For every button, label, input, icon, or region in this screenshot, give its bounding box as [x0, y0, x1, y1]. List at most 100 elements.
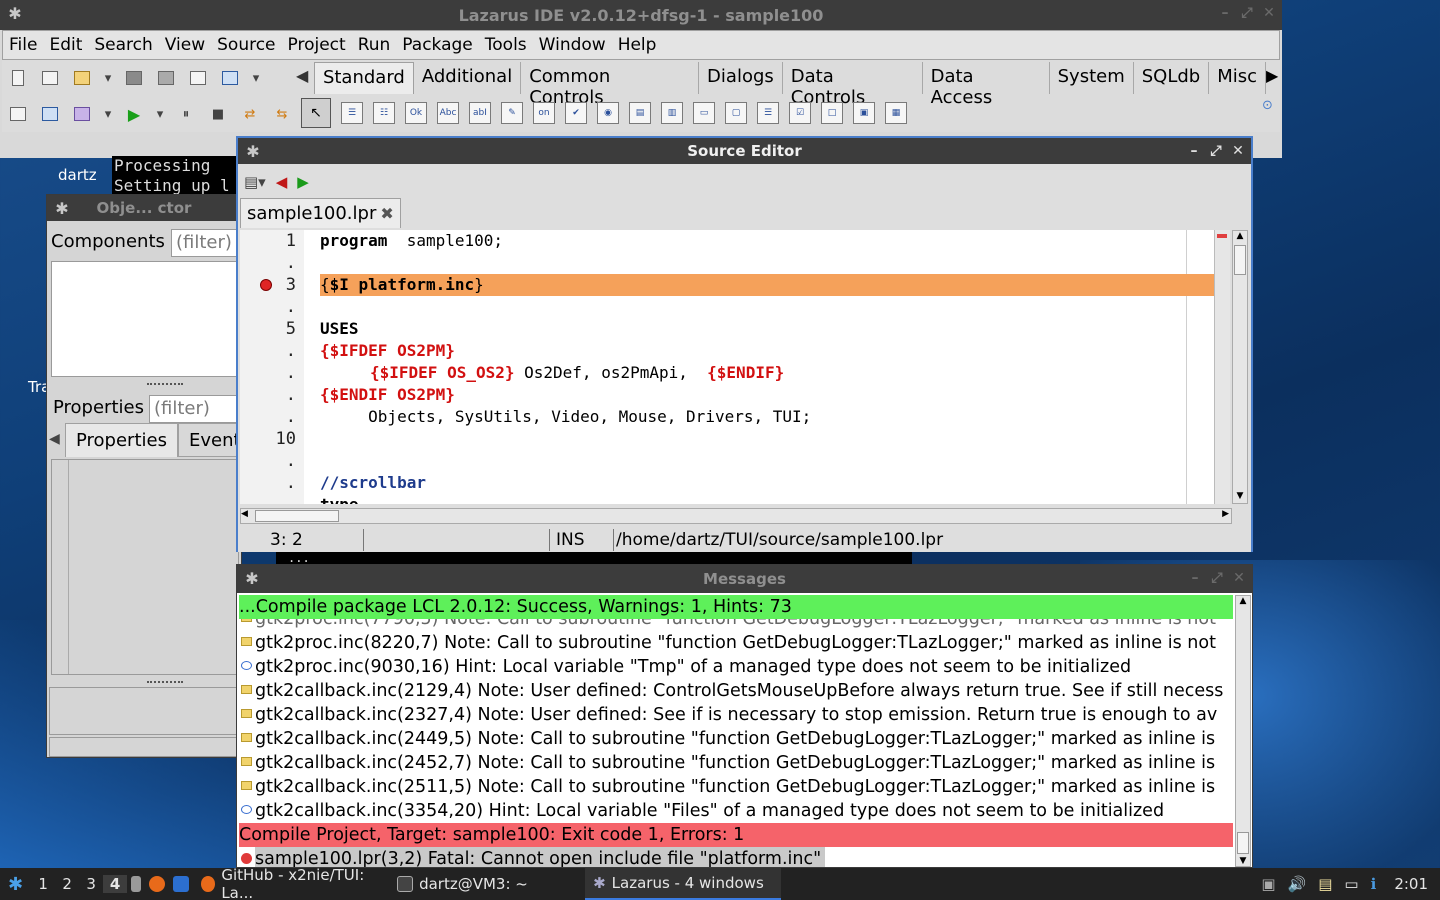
desktop-icon[interactable]: [169, 868, 193, 900]
tab-properties[interactable]: Properties: [65, 423, 178, 457]
palette-expand-icon[interactable]: ⊙: [1262, 98, 1273, 113]
object-inspector-titlebar[interactable]: ✱ Obje... ctor: [47, 195, 241, 221]
close-icon[interactable]: ✕: [1232, 569, 1246, 587]
scroll-down-icon[interactable]: ▼: [1236, 856, 1250, 866]
forward-arrow-icon[interactable]: ▶: [297, 173, 309, 191]
frame-component-icon[interactable]: ▣: [853, 102, 875, 124]
clock[interactable]: 2:01: [1382, 868, 1440, 900]
jump-history-icon[interactable]: ▤▾: [244, 173, 266, 191]
workspace-2[interactable]: 2: [55, 875, 79, 893]
view-forms-dropdown-icon[interactable]: ▾: [251, 67, 261, 89]
minimize-icon[interactable]: –: [1188, 569, 1202, 587]
memo-component-icon[interactable]: ✎: [501, 102, 523, 124]
menu-help[interactable]: Help: [612, 35, 663, 55]
menu-file[interactable]: File: [3, 35, 43, 55]
tab-scroll-left-icon[interactable]: ◀: [49, 423, 65, 457]
listbox-component-icon[interactable]: ▤: [629, 102, 651, 124]
firefox-icon[interactable]: [145, 868, 169, 900]
maximize-icon[interactable]: ⤢: [1210, 569, 1224, 587]
step-into-icon[interactable]: ⇄: [239, 103, 261, 125]
message-item[interactable]: gtk2proc.inc(9030,16) Hint: Local variab…: [239, 655, 1233, 679]
toggle-form-icon[interactable]: [187, 67, 209, 89]
view-units-icon[interactable]: [7, 103, 29, 125]
view-forms-icon[interactable]: [219, 67, 241, 89]
scroll-left-icon[interactable]: ◀: [241, 509, 248, 519]
selection-pointer-icon[interactable]: ↖: [301, 98, 331, 128]
property-grid[interactable]: [51, 459, 239, 675]
source-editor-titlebar[interactable]: ✱ Source Editor – ⤢ ✕: [238, 138, 1251, 164]
combobox-component-icon[interactable]: ▥: [661, 102, 683, 124]
scrollbar-thumb[interactable]: [1237, 832, 1249, 854]
message-item[interactable]: gtk2callback.inc(2449,5) Note: Call to s…: [239, 727, 1233, 751]
palette-tab-sqldb[interactable]: SQLdb: [1133, 62, 1210, 94]
scrollbar-thumb[interactable]: [1234, 245, 1246, 275]
view-toggle-icon[interactable]: [39, 103, 61, 125]
tray-folder-icon[interactable]: ▤: [1312, 868, 1338, 900]
palette-scroll-right-icon[interactable]: ▶: [1266, 62, 1282, 94]
messages-list[interactable]: ...Compile package LCL 2.0.12: Success, …: [239, 595, 1233, 867]
overview-ruler[interactable]: [1214, 230, 1230, 504]
edit-component-icon[interactable]: abI: [469, 102, 491, 124]
stop-icon[interactable]: ■: [207, 103, 229, 125]
palette-tab-misc[interactable]: Misc: [1209, 62, 1267, 94]
properties-filter-input[interactable]: (filter): [149, 395, 241, 423]
workspace-4[interactable]: 4: [103, 875, 128, 893]
tab-close-icon[interactable]: ✖: [380, 204, 393, 223]
scroll-up-icon[interactable]: ▲: [1233, 231, 1247, 243]
palette-tab-additional[interactable]: Additional: [413, 62, 522, 94]
scroll-right-icon[interactable]: ▶: [1222, 509, 1229, 519]
menu-source[interactable]: Source: [211, 35, 281, 55]
run-icon[interactable]: ▶: [123, 103, 145, 125]
close-icon[interactable]: ✕: [1262, 4, 1276, 22]
message-header-error[interactable]: Compile Project, Target: sample100: Exit…: [239, 823, 1233, 847]
main-titlebar[interactable]: ✱ Lazarus IDE v2.0.12+dfsg-1 - sample100…: [0, 0, 1282, 30]
toggle-box-component-icon[interactable]: on: [533, 102, 555, 124]
start-menu-icon[interactable]: ✱: [0, 868, 31, 900]
maximize-icon[interactable]: ⤢: [1209, 142, 1223, 160]
message-header-success[interactable]: ...Compile package LCL 2.0.12: Success, …: [239, 595, 1233, 619]
save-icon[interactable]: [123, 67, 145, 89]
menu-run[interactable]: Run: [352, 35, 397, 55]
new-unit-icon[interactable]: [7, 67, 29, 89]
actionlist-component-icon[interactable]: ▦: [885, 102, 907, 124]
menu-search[interactable]: Search: [88, 35, 158, 55]
messages-vertical-scrollbar[interactable]: ▲ ▼: [1235, 595, 1251, 867]
message-item-fatal[interactable]: sample100.lpr(3,2) Fatal: Cannot open in…: [239, 847, 1233, 867]
menu-edit[interactable]: Edit: [43, 35, 88, 55]
messages-titlebar[interactable]: ✱ Messages – ⤢ ✕: [237, 565, 1252, 593]
palette-tab-standard[interactable]: Standard: [313, 62, 414, 94]
close-icon[interactable]: ✕: [1231, 142, 1245, 160]
new-form-icon[interactable]: [39, 67, 61, 89]
groupbox-component-icon[interactable]: ▢: [725, 102, 747, 124]
palette-tab-data-controls[interactable]: Data Controls: [782, 62, 923, 108]
pause-icon[interactable]: ⏸: [175, 103, 197, 125]
checkbox-component-icon[interactable]: ✔: [565, 102, 587, 124]
task-firefox[interactable]: GitHub - x2nie/TUI: La...: [193, 866, 389, 900]
menu-view[interactable]: View: [159, 35, 211, 55]
message-item[interactable]: gtk2callback.inc(2511,5) Note: Call to s…: [239, 775, 1233, 799]
build-mode-icon[interactable]: [71, 103, 93, 125]
open-dropdown-icon[interactable]: ▾: [103, 67, 113, 89]
message-item[interactable]: gtk2callback.inc(2452,7) Note: Call to s…: [239, 751, 1233, 775]
menu-package[interactable]: Package: [396, 35, 478, 55]
radio-button-component-icon[interactable]: ◉: [597, 102, 619, 124]
back-arrow-icon[interactable]: ◀: [276, 173, 288, 191]
code-editor[interactable]: program sample100; {$I platform.inc} USE…: [304, 230, 1214, 504]
task-terminal[interactable]: dartz@VM3: ~: [389, 868, 585, 900]
terminal-window-fragment[interactable]: Processing Setting up l: [112, 156, 242, 196]
volume-icon[interactable]: 🔊: [1282, 868, 1313, 900]
minimize-icon[interactable]: –: [1218, 4, 1232, 22]
error-marker-icon[interactable]: [260, 279, 272, 291]
popup-menu-component-icon[interactable]: ☷: [373, 102, 395, 124]
component-tree[interactable]: [51, 261, 239, 377]
label-component-icon[interactable]: Abc: [437, 102, 459, 124]
menu-tools[interactable]: Tools: [479, 35, 533, 55]
maximize-icon[interactable]: ⤢: [1240, 4, 1254, 22]
palette-tab-dialogs[interactable]: Dialogs: [699, 62, 783, 94]
run-dropdown-icon[interactable]: ▾: [155, 103, 165, 125]
save-all-icon[interactable]: [155, 67, 177, 89]
workspace-1[interactable]: 1: [31, 875, 55, 893]
tray-network-icon[interactable]: ▭: [1338, 868, 1364, 900]
splitter-grip[interactable]: [147, 383, 183, 387]
tray-update-icon[interactable]: ℹ: [1365, 868, 1383, 900]
